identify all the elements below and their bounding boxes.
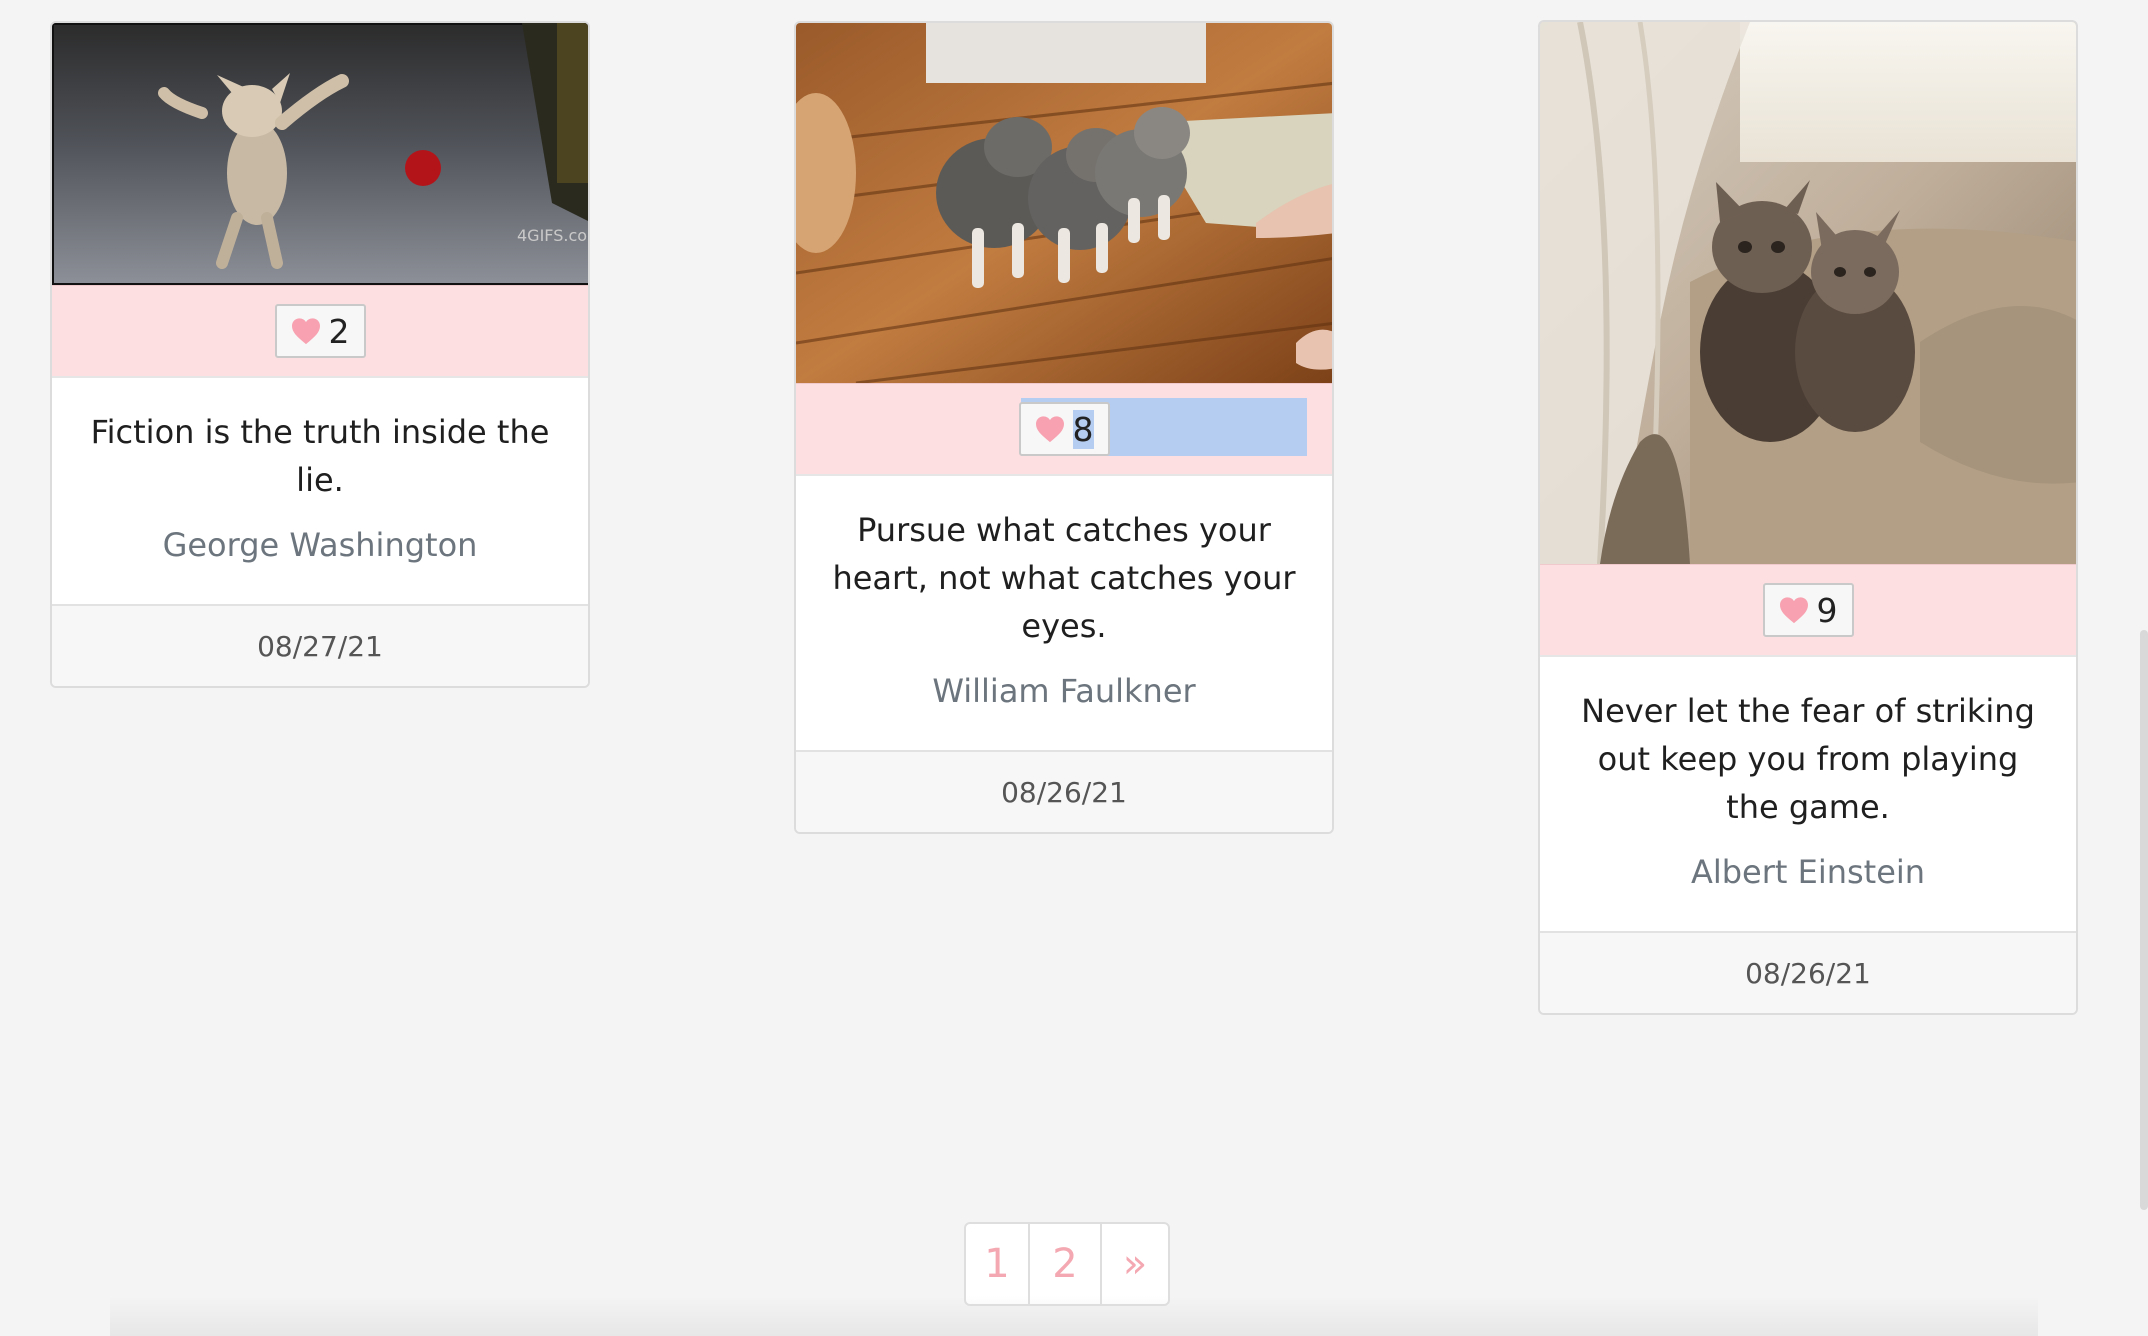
- like-button[interactable]: 2: [274, 304, 366, 358]
- card-image-three-kittens: [796, 23, 1332, 383]
- card-image-two-kittens: [1540, 22, 2076, 564]
- quote-card-2: 8 Pursue what catches your heart, not wh…: [794, 21, 1334, 834]
- quote-card-3: 9 Never let the fear of striking out kee…: [1538, 20, 2078, 1015]
- like-bar: 8: [796, 383, 1332, 476]
- heart-icon: [291, 318, 320, 345]
- quote-author: Albert Einstein: [1690, 853, 1926, 891]
- quote-text: Pursue what catches your heart, not what…: [832, 511, 1296, 645]
- card-image-kitten-gif: 4GIFS.com: [52, 23, 588, 285]
- two-kittens-image: [1540, 22, 2076, 564]
- card-date: 08/26/21: [796, 750, 1332, 832]
- card-date: 08/26/21: [1540, 931, 2076, 1013]
- quote-card-1: 4GIFS.com 2 Fiction is the truth inside …: [50, 21, 590, 688]
- gif-watermark: 4GIFS.com: [517, 226, 588, 245]
- like-count: 9: [1816, 590, 1838, 630]
- quote-text: Fiction is the truth inside the lie.: [90, 413, 550, 499]
- pagination: 1 2 »: [964, 1222, 1170, 1306]
- page-link-2[interactable]: 2: [1028, 1224, 1100, 1304]
- vertical-scrollbar[interactable]: [2140, 630, 2148, 1210]
- quote-text: Never let the fear of striking out keep …: [1581, 692, 2035, 826]
- card-body: Fiction is the truth inside the lie. Geo…: [52, 378, 588, 604]
- like-button[interactable]: 8: [1018, 402, 1110, 456]
- card-date: 08/27/21: [52, 604, 588, 686]
- like-button[interactable]: 9: [1762, 583, 1854, 637]
- like-bar: 9: [1540, 564, 2076, 657]
- heart-icon: [1035, 416, 1064, 443]
- quotes-page: 4GIFS.com 2 Fiction is the truth inside …: [0, 0, 2148, 1336]
- like-bar: 2: [52, 285, 588, 378]
- card-body: Pursue what catches your heart, not what…: [796, 476, 1332, 750]
- heart-icon: [1779, 597, 1808, 624]
- three-kittens-image: [796, 23, 1332, 383]
- like-count: 8: [1072, 409, 1094, 449]
- card-body: Never let the fear of striking out keep …: [1540, 657, 2076, 931]
- like-count: 2: [328, 311, 350, 351]
- page-link-1[interactable]: 1: [966, 1224, 1028, 1304]
- bottom-shadow: [110, 1296, 2038, 1336]
- kitten-gif-image: 4GIFS.com: [52, 23, 588, 285]
- quote-author: William Faulkner: [932, 672, 1196, 710]
- next-page-link[interactable]: »: [1100, 1224, 1168, 1304]
- quote-author: George Washington: [162, 526, 478, 564]
